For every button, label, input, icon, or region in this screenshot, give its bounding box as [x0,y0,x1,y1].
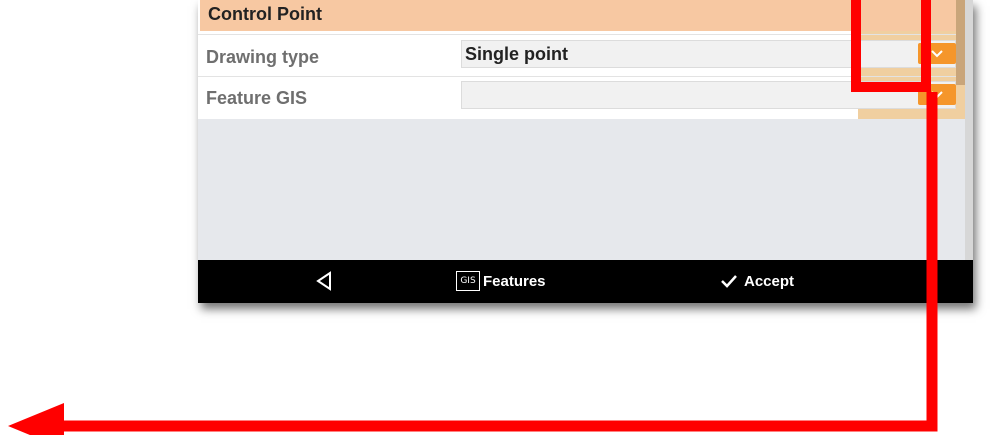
annotation-arrow [8,92,938,435]
